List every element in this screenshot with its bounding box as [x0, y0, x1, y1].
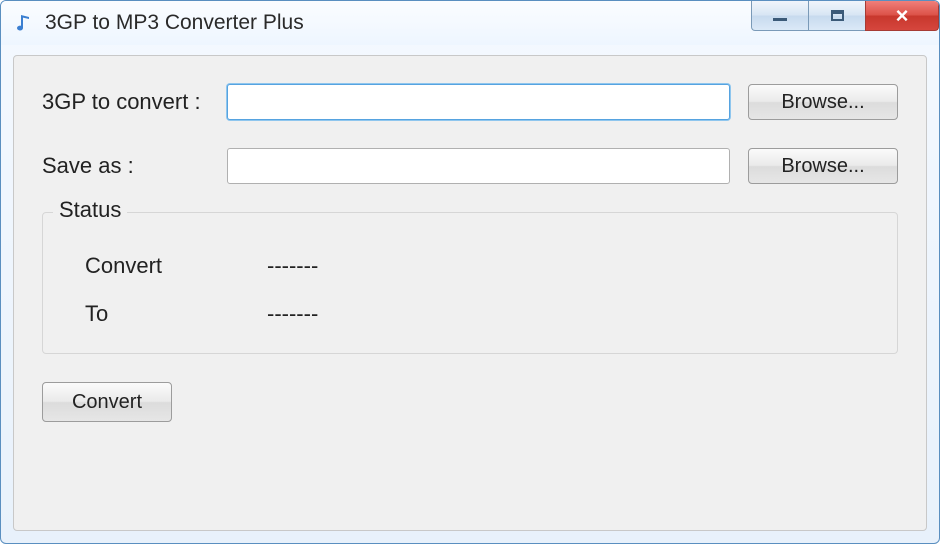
status-group-title: Status [53, 197, 127, 223]
maximize-button[interactable] [808, 1, 866, 31]
status-to-row: To ------- [67, 301, 873, 327]
save-as-field[interactable] [227, 148, 730, 184]
minimize-icon [773, 17, 787, 21]
maximize-icon [831, 10, 844, 21]
save-as-label: Save as : [42, 153, 227, 179]
status-group: Status Convert ------- To ------- [42, 212, 898, 354]
app-window: 3GP to MP3 Converter Plus × 3GP to conve… [0, 0, 940, 544]
status-convert-label: Convert [67, 253, 267, 279]
minimize-button[interactable] [751, 1, 809, 31]
status-convert-value: ------- [267, 253, 318, 279]
close-icon: × [896, 5, 909, 27]
status-to-value: ------- [267, 301, 318, 327]
client-area: 3GP to convert : Browse... Save as : Bro… [13, 55, 927, 531]
input-file-field[interactable] [227, 84, 730, 120]
window-controls: × [752, 1, 939, 31]
status-to-label: To [67, 301, 267, 327]
music-note-icon [13, 12, 35, 34]
titlebar[interactable]: 3GP to MP3 Converter Plus × [1, 1, 939, 45]
window-title: 3GP to MP3 Converter Plus [45, 11, 304, 35]
input-file-row: 3GP to convert : Browse... [42, 84, 898, 120]
status-convert-row: Convert ------- [67, 253, 873, 279]
browse-save-button[interactable]: Browse... [748, 148, 898, 184]
close-button[interactable]: × [865, 1, 939, 31]
convert-button[interactable]: Convert [42, 382, 172, 422]
browse-input-button[interactable]: Browse... [748, 84, 898, 120]
save-as-row: Save as : Browse... [42, 148, 898, 184]
input-file-label: 3GP to convert : [42, 89, 227, 115]
